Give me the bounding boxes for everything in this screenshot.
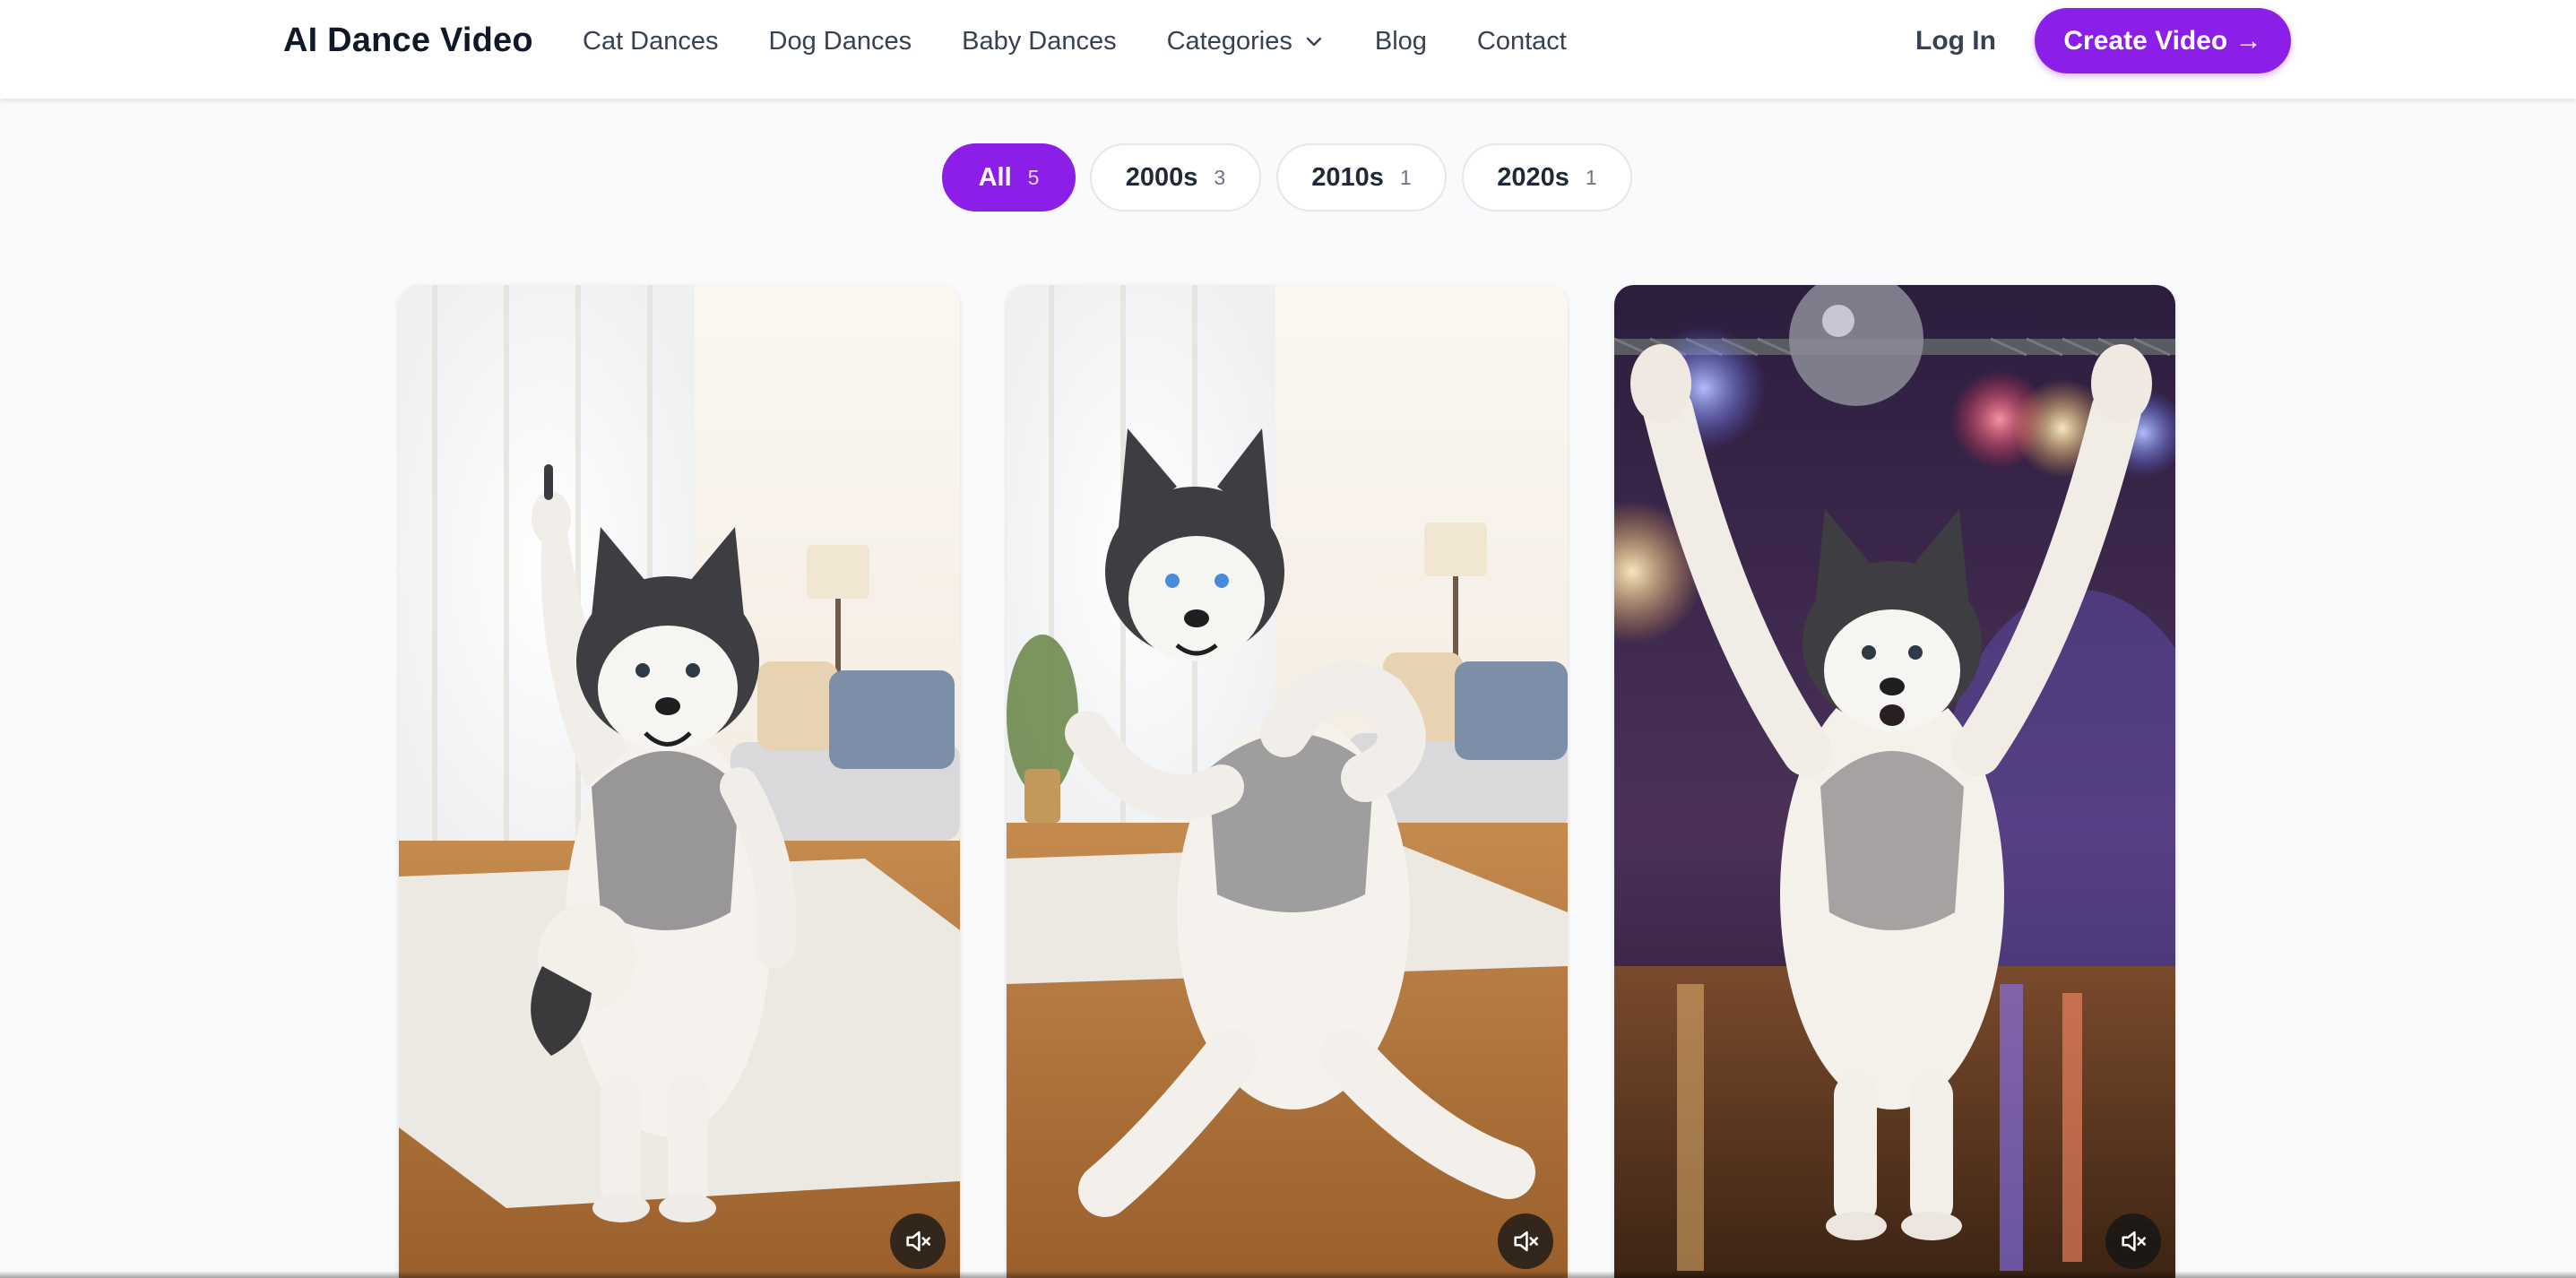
nav-blog[interactable]: Blog bbox=[1375, 27, 1427, 56]
video-card[interactable] bbox=[1614, 285, 2175, 1278]
filter-2010s-label: 2010s bbox=[1311, 162, 1384, 192]
video-thumbnail-husky-dancing bbox=[1007, 285, 1568, 1278]
mute-toggle-button[interactable] bbox=[1498, 1213, 1553, 1269]
nav-cat-dances[interactable]: Cat Dances bbox=[583, 27, 719, 56]
filter-all-label: All bbox=[978, 162, 1012, 192]
speaker-muted-icon bbox=[1514, 1231, 1539, 1252]
filter-all[interactable]: All 5 bbox=[942, 143, 1076, 212]
nav-contact[interactable]: Contact bbox=[1477, 27, 1567, 56]
video-card[interactable] bbox=[1007, 285, 1568, 1278]
site-logo[interactable]: AI Dance Video bbox=[283, 20, 533, 61]
nav-baby-dances[interactable]: Baby Dances bbox=[962, 27, 1117, 56]
filter-2020s-count: 1 bbox=[1585, 165, 1597, 189]
login-link[interactable]: Log In bbox=[1915, 23, 1996, 59]
nav-cat-dances-label: Cat Dances bbox=[583, 26, 719, 56]
filter-2000s-count: 3 bbox=[1214, 165, 1226, 189]
nav-dog-dances-label: Dog Dances bbox=[768, 26, 912, 56]
nav-dog-dances[interactable]: Dog Dances bbox=[769, 27, 912, 56]
mute-toggle-button[interactable] bbox=[890, 1213, 946, 1269]
chevron-down-icon bbox=[1306, 37, 1322, 47]
nav-categories-label: Categories bbox=[1166, 26, 1292, 56]
speaker-muted-icon bbox=[2122, 1231, 2147, 1252]
viewport-bottom-edge bbox=[0, 1271, 2576, 1278]
nav-categories-dropdown[interactable]: Categories bbox=[1167, 27, 1325, 56]
nav-baby-dances-label: Baby Dances bbox=[962, 26, 1117, 56]
nav-blog-label: Blog bbox=[1374, 26, 1427, 56]
main-nav: Cat Dances Dog Dances Baby Dances Catego… bbox=[583, 23, 1617, 59]
filter-2000s[interactable]: 2000s 3 bbox=[1090, 143, 1261, 212]
mute-toggle-button[interactable] bbox=[2105, 1213, 2161, 1269]
create-video-button[interactable]: Create Video → bbox=[2035, 8, 2291, 73]
video-thumbnail-husky-dancing bbox=[399, 285, 960, 1278]
filter-2000s-label: 2000s bbox=[1125, 162, 1198, 192]
filter-2020s-label: 2020s bbox=[1497, 162, 1569, 192]
decade-filter-bar: All 5 2000s 3 2010s 1 2020s 1 bbox=[0, 143, 2576, 212]
speaker-muted-icon bbox=[906, 1231, 931, 1252]
filter-2010s[interactable]: 2010s 1 bbox=[1276, 143, 1447, 212]
filter-all-count: 5 bbox=[1027, 165, 1040, 189]
nav-contact-label: Contact bbox=[1476, 26, 1567, 56]
video-thumbnail-husky-disco bbox=[1614, 285, 2175, 1278]
site-header: AI Dance Video Cat Dances Dog Dances Bab… bbox=[0, 0, 2576, 99]
filter-2020s[interactable]: 2020s 1 bbox=[1462, 143, 1632, 212]
video-card[interactable] bbox=[399, 285, 960, 1278]
filter-2010s-count: 1 bbox=[1399, 165, 1412, 189]
